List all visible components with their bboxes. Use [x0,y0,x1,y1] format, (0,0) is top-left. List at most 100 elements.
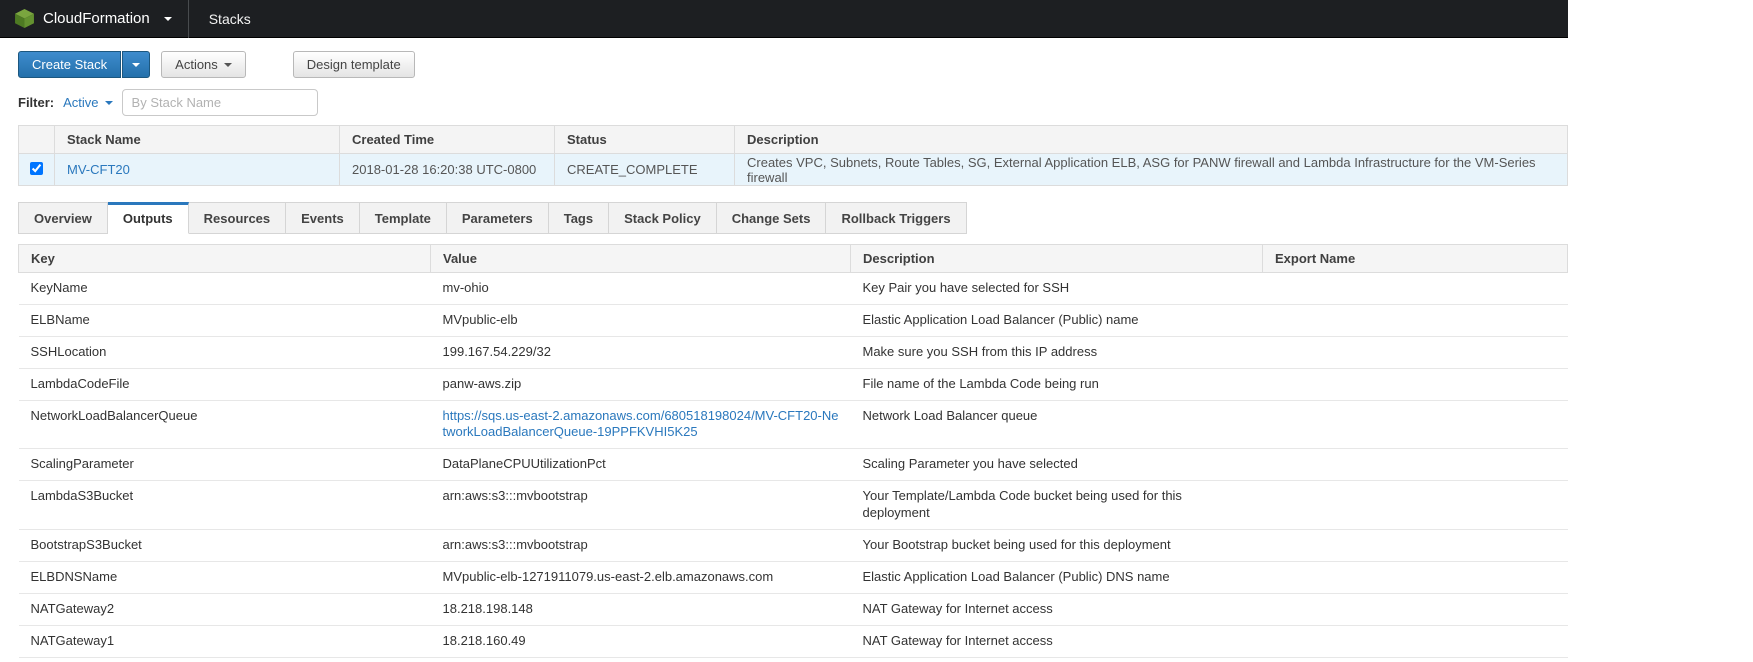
cloudformation-console: CloudFormation Stacks Create Stack Actio… [0,0,1568,658]
create-stack-button[interactable]: Create Stack [18,51,121,78]
output-key-cell: ELBName [19,304,431,336]
output-description-cell: NAT Gateway for Internet access [851,593,1263,625]
output-row: KeyNamemv-ohioKey Pair you have selected… [19,273,1568,305]
outputs-section: Key Value Description Export Name KeyNam… [0,244,1568,658]
stacks-section: Stack Name Created Time Status Descripti… [0,125,1568,186]
output-row: LambdaS3Bucketarn:aws:s3:::mvbootstrapYo… [19,481,1568,530]
stack-checkbox-cell [19,154,55,186]
tab-tags[interactable]: Tags [549,202,609,234]
outputs-table-body: KeyNamemv-ohioKey Pair you have selected… [19,273,1568,658]
output-export-name-cell [1263,625,1568,657]
service-name: CloudFormation [43,10,150,27]
output-description-cell: File name of the Lambda Code being run [851,368,1263,400]
stack-row-checkbox[interactable] [30,162,43,175]
output-value-cell: MVpublic-elb-1271911079.us-east-2.elb.am… [431,561,851,593]
actions-label: Actions [175,57,218,72]
filter-status-value: Active [63,95,98,110]
stack-name-filter-input[interactable] [122,89,318,116]
output-description-cell: Make sure you SSH from this IP address [851,336,1263,368]
tab-resources[interactable]: Resources [189,202,286,234]
output-export-name-cell [1263,400,1568,449]
create-stack-dropdown-button[interactable] [122,51,150,78]
outputs-table: Key Value Description Export Name KeyNam… [18,244,1568,658]
tab-template[interactable]: Template [360,202,447,234]
output-value-cell: mv-ohio [431,273,851,305]
output-description-cell: Network Load Balancer queue [851,400,1263,449]
output-key-cell: ELBDNSName [19,561,431,593]
stack-status-badge: CREATE_COMPLETE [555,154,735,186]
stack-name-link[interactable]: MV-CFT20 [67,162,130,177]
output-export-name-cell [1263,481,1568,530]
output-value-cell: MVpublic-elb [431,304,851,336]
output-description-cell: Key Pair you have selected for SSH [851,273,1263,305]
actions-button[interactable]: Actions [161,51,246,78]
output-description-cell: Elastic Application Load Balancer (Publi… [851,561,1263,593]
output-row: NetworkLoadBalancerQueue https://sqs.us-e… [19,400,1568,449]
stack-row[interactable]: MV-CFT20 2018-01-28 16:20:38 UTC-0800 CR… [19,154,1568,186]
output-description-cell: Your Bootstrap bucket being used for thi… [851,530,1263,562]
output-key-cell: NATGateway2 [19,593,431,625]
col-header-export-name: Export Name [1263,245,1568,273]
output-export-name-cell [1263,336,1568,368]
tab-parameters[interactable]: Parameters [447,202,549,234]
cloudformation-icon [14,8,35,29]
output-key-cell: ScalingParameter [19,449,431,481]
output-value-cell: 18.218.198.148 [431,593,851,625]
output-value-link[interactable]: https://sqs.us-east-2.amazonaws.com/6805… [443,408,839,440]
output-description-cell: Scaling Parameter you have selected [851,449,1263,481]
service-menu[interactable]: CloudFormation [10,0,188,37]
design-template-button[interactable]: Design template [293,51,415,78]
filter-status-dropdown[interactable]: Active [63,95,112,110]
filter-label: Filter: [18,95,54,110]
breadcrumb-stacks[interactable]: Stacks [189,11,271,27]
output-key-cell: LambdaCodeFile [19,368,431,400]
output-value-cell: DataPlaneCPUUtilizationPct [431,449,851,481]
output-key-cell: NATGateway1 [19,625,431,657]
tab-rollback-triggers[interactable]: Rollback Triggers [826,202,966,234]
output-value-cell: panw-aws.zip [431,368,851,400]
output-export-name-cell [1263,593,1568,625]
outputs-header-row: Key Value Description Export Name [19,245,1568,273]
tab-bar: OverviewOutputsResourcesEventsTemplatePa… [18,202,1568,234]
tab-outputs[interactable]: Outputs [108,202,189,234]
chevron-down-icon [164,17,172,21]
stack-name-cell: MV-CFT20 [55,154,340,186]
output-description-cell: NAT Gateway for Internet access [851,625,1263,657]
top-nav: CloudFormation Stacks [0,0,1568,38]
output-export-name-cell [1263,449,1568,481]
stacks-header-row: Stack Name Created Time Status Descripti… [19,126,1568,154]
output-value-cell: https://sqs.us-east-2.amazonaws.com/6805… [431,400,851,449]
output-row: NATGateway218.218.198.148NAT Gateway for… [19,593,1568,625]
stack-description: Creates VPC, Subnets, Route Tables, SG, … [735,154,1568,186]
chevron-down-icon [105,101,113,105]
col-header-description: Description [851,245,1263,273]
output-value-cell: arn:aws:s3:::mvbootstrap [431,481,851,530]
output-key-cell: NetworkLoadBalancerQueue [19,400,431,449]
tab-events[interactable]: Events [286,202,360,234]
tab-change-sets[interactable]: Change Sets [717,202,827,234]
col-header-stack-name: Stack Name [55,126,340,154]
output-export-name-cell [1263,273,1568,305]
output-row: SSHLocation199.167.54.229/32Make sure yo… [19,336,1568,368]
output-row: ELBDNSNameMVpublic-elb-1271911079.us-eas… [19,561,1568,593]
stacks-table: Stack Name Created Time Status Descripti… [18,125,1568,186]
col-header-value: Value [431,245,851,273]
output-value-cell: arn:aws:s3:::mvbootstrap [431,530,851,562]
output-export-name-cell [1263,304,1568,336]
output-row: BootstrapS3Bucketarn:aws:s3:::mvbootstra… [19,530,1568,562]
col-header-status: Status [555,126,735,154]
output-export-name-cell [1263,530,1568,562]
output-key-cell: LambdaS3Bucket [19,481,431,530]
output-row: LambdaCodeFilepanw-aws.zipFile name of t… [19,368,1568,400]
tab-overview[interactable]: Overview [18,202,108,234]
filter-bar: Filter: Active [0,78,1568,125]
output-description-cell: Elastic Application Load Balancer (Publi… [851,304,1263,336]
col-header-key: Key [19,245,431,273]
output-row: ELBNameMVpublic-elbElastic Application L… [19,304,1568,336]
output-key-cell: SSHLocation [19,336,431,368]
tab-stack-policy[interactable]: Stack Policy [609,202,717,234]
stack-created-time: 2018-01-28 16:20:38 UTC-0800 [340,154,555,186]
toolbar: Create Stack Actions Design template [0,38,1568,78]
output-key-cell: KeyName [19,273,431,305]
chevron-down-icon [224,63,232,67]
